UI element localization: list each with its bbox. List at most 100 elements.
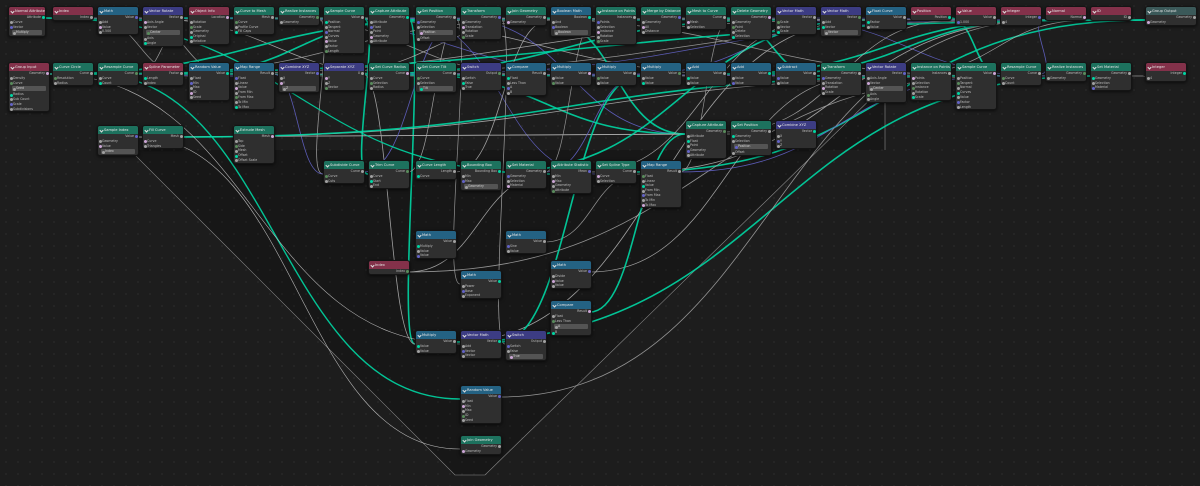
node-header[interactable]: Group Input	[9, 63, 49, 71]
node-socket-row[interactable]: Value	[686, 81, 726, 86]
node-socket-row[interactable]: Scale	[461, 34, 501, 39]
node-instance-on-points[interactable]: Instance on Points Instances Points Selecti…	[595, 6, 637, 45]
node-socket-row[interactable]: Scale	[596, 39, 636, 44]
node-socket-row[interactable]: 0.500	[98, 29, 138, 34]
circle-socket-icon[interactable]	[416, 81, 420, 85]
node-position[interactable]: Position Position	[910, 6, 952, 21]
circle-socket-icon[interactable]	[101, 150, 105, 154]
circle-socket-icon[interactable]	[416, 175, 420, 179]
node-map-range[interactable]: Map Range Result Float Linear Value From Min F…	[233, 62, 275, 111]
node-instance-on-points[interactable]: Instance on Points Instances Points Selecti…	[910, 62, 952, 101]
circle-socket-icon[interactable]	[1146, 77, 1150, 81]
circle-socket-icon[interactable]	[416, 254, 420, 258]
node-curve-length[interactable]: Curve Length Length Curve	[415, 160, 457, 180]
node-join[interactable]: Join Geometry Geometry Geometry	[460, 435, 502, 455]
node-header[interactable]: Fill Curve	[143, 126, 183, 134]
node-socket-row[interactable]: Attribute	[369, 39, 409, 44]
node-float-curve[interactable]: Float Curve Value Factor Value	[865, 6, 907, 31]
node-socket-row[interactable]: Position	[734, 144, 768, 150]
node-socket-row[interactable]: A	[554, 324, 588, 330]
circle-socket-icon[interactable]	[416, 25, 420, 29]
circle-socket-icon[interactable]	[12, 87, 16, 91]
circle-socket-icon[interactable]	[369, 184, 373, 188]
node-socket-row[interactable]: Selection	[416, 25, 456, 30]
circle-socket-icon[interactable]	[1001, 81, 1005, 85]
node-socket-row[interactable]: Vector	[324, 85, 364, 90]
node-header[interactable]: Transform	[461, 7, 501, 15]
node-socket-row[interactable]: Value	[641, 81, 681, 86]
circle-socket-icon[interactable]	[369, 86, 373, 90]
node-socket-row[interactable]: Selection	[686, 25, 726, 30]
node-header[interactable]: Math	[461, 271, 501, 279]
circle-socket-icon[interactable]	[509, 355, 513, 359]
node-header[interactable]: Trim Curve	[369, 161, 409, 169]
circle-socket-icon[interactable]	[506, 249, 510, 253]
node-header[interactable]: Set Position	[731, 121, 771, 129]
node-header[interactable]: Switch	[506, 331, 546, 339]
node-socket-row[interactable]: Length	[956, 105, 996, 110]
circle-socket-icon[interactable]	[1127, 16, 1131, 20]
circle-socket-icon[interactable]	[419, 87, 423, 91]
circle-socket-icon[interactable]	[551, 319, 555, 323]
node-socket-row[interactable]: Center	[869, 86, 903, 92]
node-socket-row[interactable]: Exponent	[461, 293, 501, 298]
node-vec-rotate[interactable]: Vector Rotate Vector Axis Angle Vector Cente…	[142, 6, 184, 47]
node-socket-row[interactable]: True	[461, 85, 501, 90]
node-socket-row[interactable]: Value	[416, 349, 456, 354]
node-header[interactable]: Attribute Statistic	[551, 161, 591, 169]
node-curve-to-mesh[interactable]: Curve to Mesh Mesh Curve Profile Curve Fill …	[233, 6, 275, 36]
node-header[interactable]: Delete Geometry	[731, 7, 771, 15]
node-socket-row[interactable]: Cuts	[324, 179, 364, 184]
node-normal-attr[interactable]: Normal Attribute Attribute Curve Vector Mult…	[8, 6, 46, 38]
circle-socket-icon[interactable]	[461, 294, 465, 298]
circle-socket-icon[interactable]	[956, 105, 960, 109]
node-header[interactable]: Sample Curve	[956, 63, 996, 71]
circle-socket-icon[interactable]	[641, 30, 645, 34]
node-integer[interactable]: Integer Integer 4	[1145, 62, 1187, 82]
node-header[interactable]: Map Range	[234, 63, 274, 71]
node-switch[interactable]: Switch Output Switch False True	[460, 62, 502, 92]
node-normal[interactable]: Normal Normal	[1045, 6, 1087, 21]
circle-socket-icon[interactable]	[956, 21, 960, 25]
node-socket-row[interactable]: Normal	[1046, 15, 1086, 20]
node-math-b[interactable]: Math Value Multiply Value Value	[415, 230, 457, 260]
node-socket-row[interactable]: Seed	[189, 95, 229, 100]
node-multiply-a[interactable]: Multiply Value Value Value	[415, 330, 457, 355]
node-socket-row[interactable]: Scale	[776, 29, 816, 34]
circle-socket-icon[interactable]	[731, 81, 735, 85]
node-header[interactable]: Mesh to Curve	[686, 7, 726, 15]
circle-socket-icon[interactable]	[686, 25, 690, 29]
circle-socket-icon[interactable]	[98, 144, 102, 148]
circle-socket-icon[interactable]	[731, 35, 735, 39]
circle-socket-icon[interactable]	[461, 35, 465, 39]
circle-socket-icon[interactable]	[416, 349, 420, 353]
circle-socket-icon[interactable]	[419, 31, 423, 35]
node-socket-row[interactable]: B	[506, 90, 546, 95]
node-merge-by-distance[interactable]: Merge by Distance Geometry Geometry All Dist…	[640, 6, 682, 36]
node-header[interactable]: Vector Math	[776, 7, 816, 15]
circle-socket-icon[interactable]	[641, 203, 645, 207]
node-editor-canvas[interactable]: Normal Attribute Attribute Curve Vector Mult…	[0, 0, 1200, 486]
node-socket-row[interactable]: Value	[416, 253, 456, 258]
node-socket-row[interactable]: Value	[776, 81, 816, 86]
node-compare[interactable]: Compare Result Float Less Than A B	[505, 62, 547, 96]
node-delete-geo[interactable]: Delete Geometry Geometry Geometry Point Dele…	[730, 6, 772, 40]
node-header[interactable]: Group Output	[1146, 7, 1196, 15]
node-socket-row[interactable]: Angle	[143, 41, 183, 46]
node-header[interactable]: Curve Circle	[53, 63, 93, 71]
node-transform[interactable]: Transform Geometry Geometry Translation Rota…	[820, 62, 862, 96]
circle-socket-icon[interactable]	[551, 189, 555, 193]
circle-socket-icon[interactable]	[1082, 16, 1086, 20]
circle-socket-icon[interactable]	[551, 284, 555, 288]
node-socket-row[interactable]: Z	[776, 143, 816, 148]
node-socket-row[interactable]: Radius	[53, 81, 93, 86]
node-socket-row[interactable]: Geometry	[279, 20, 319, 25]
node-header[interactable]: Map Range	[641, 161, 681, 169]
circle-socket-icon[interactable]	[234, 105, 238, 109]
node-socket-row[interactable]: Curve	[9, 81, 49, 86]
circle-socket-icon[interactable]	[234, 30, 238, 34]
node-header[interactable]: Math	[98, 7, 138, 15]
node-fill-curve[interactable]: Fill Curve Mesh Curve Triangles	[142, 125, 184, 150]
node-socket-row[interactable]: Vector	[461, 353, 501, 358]
node-header[interactable]: Random Value	[189, 63, 229, 71]
